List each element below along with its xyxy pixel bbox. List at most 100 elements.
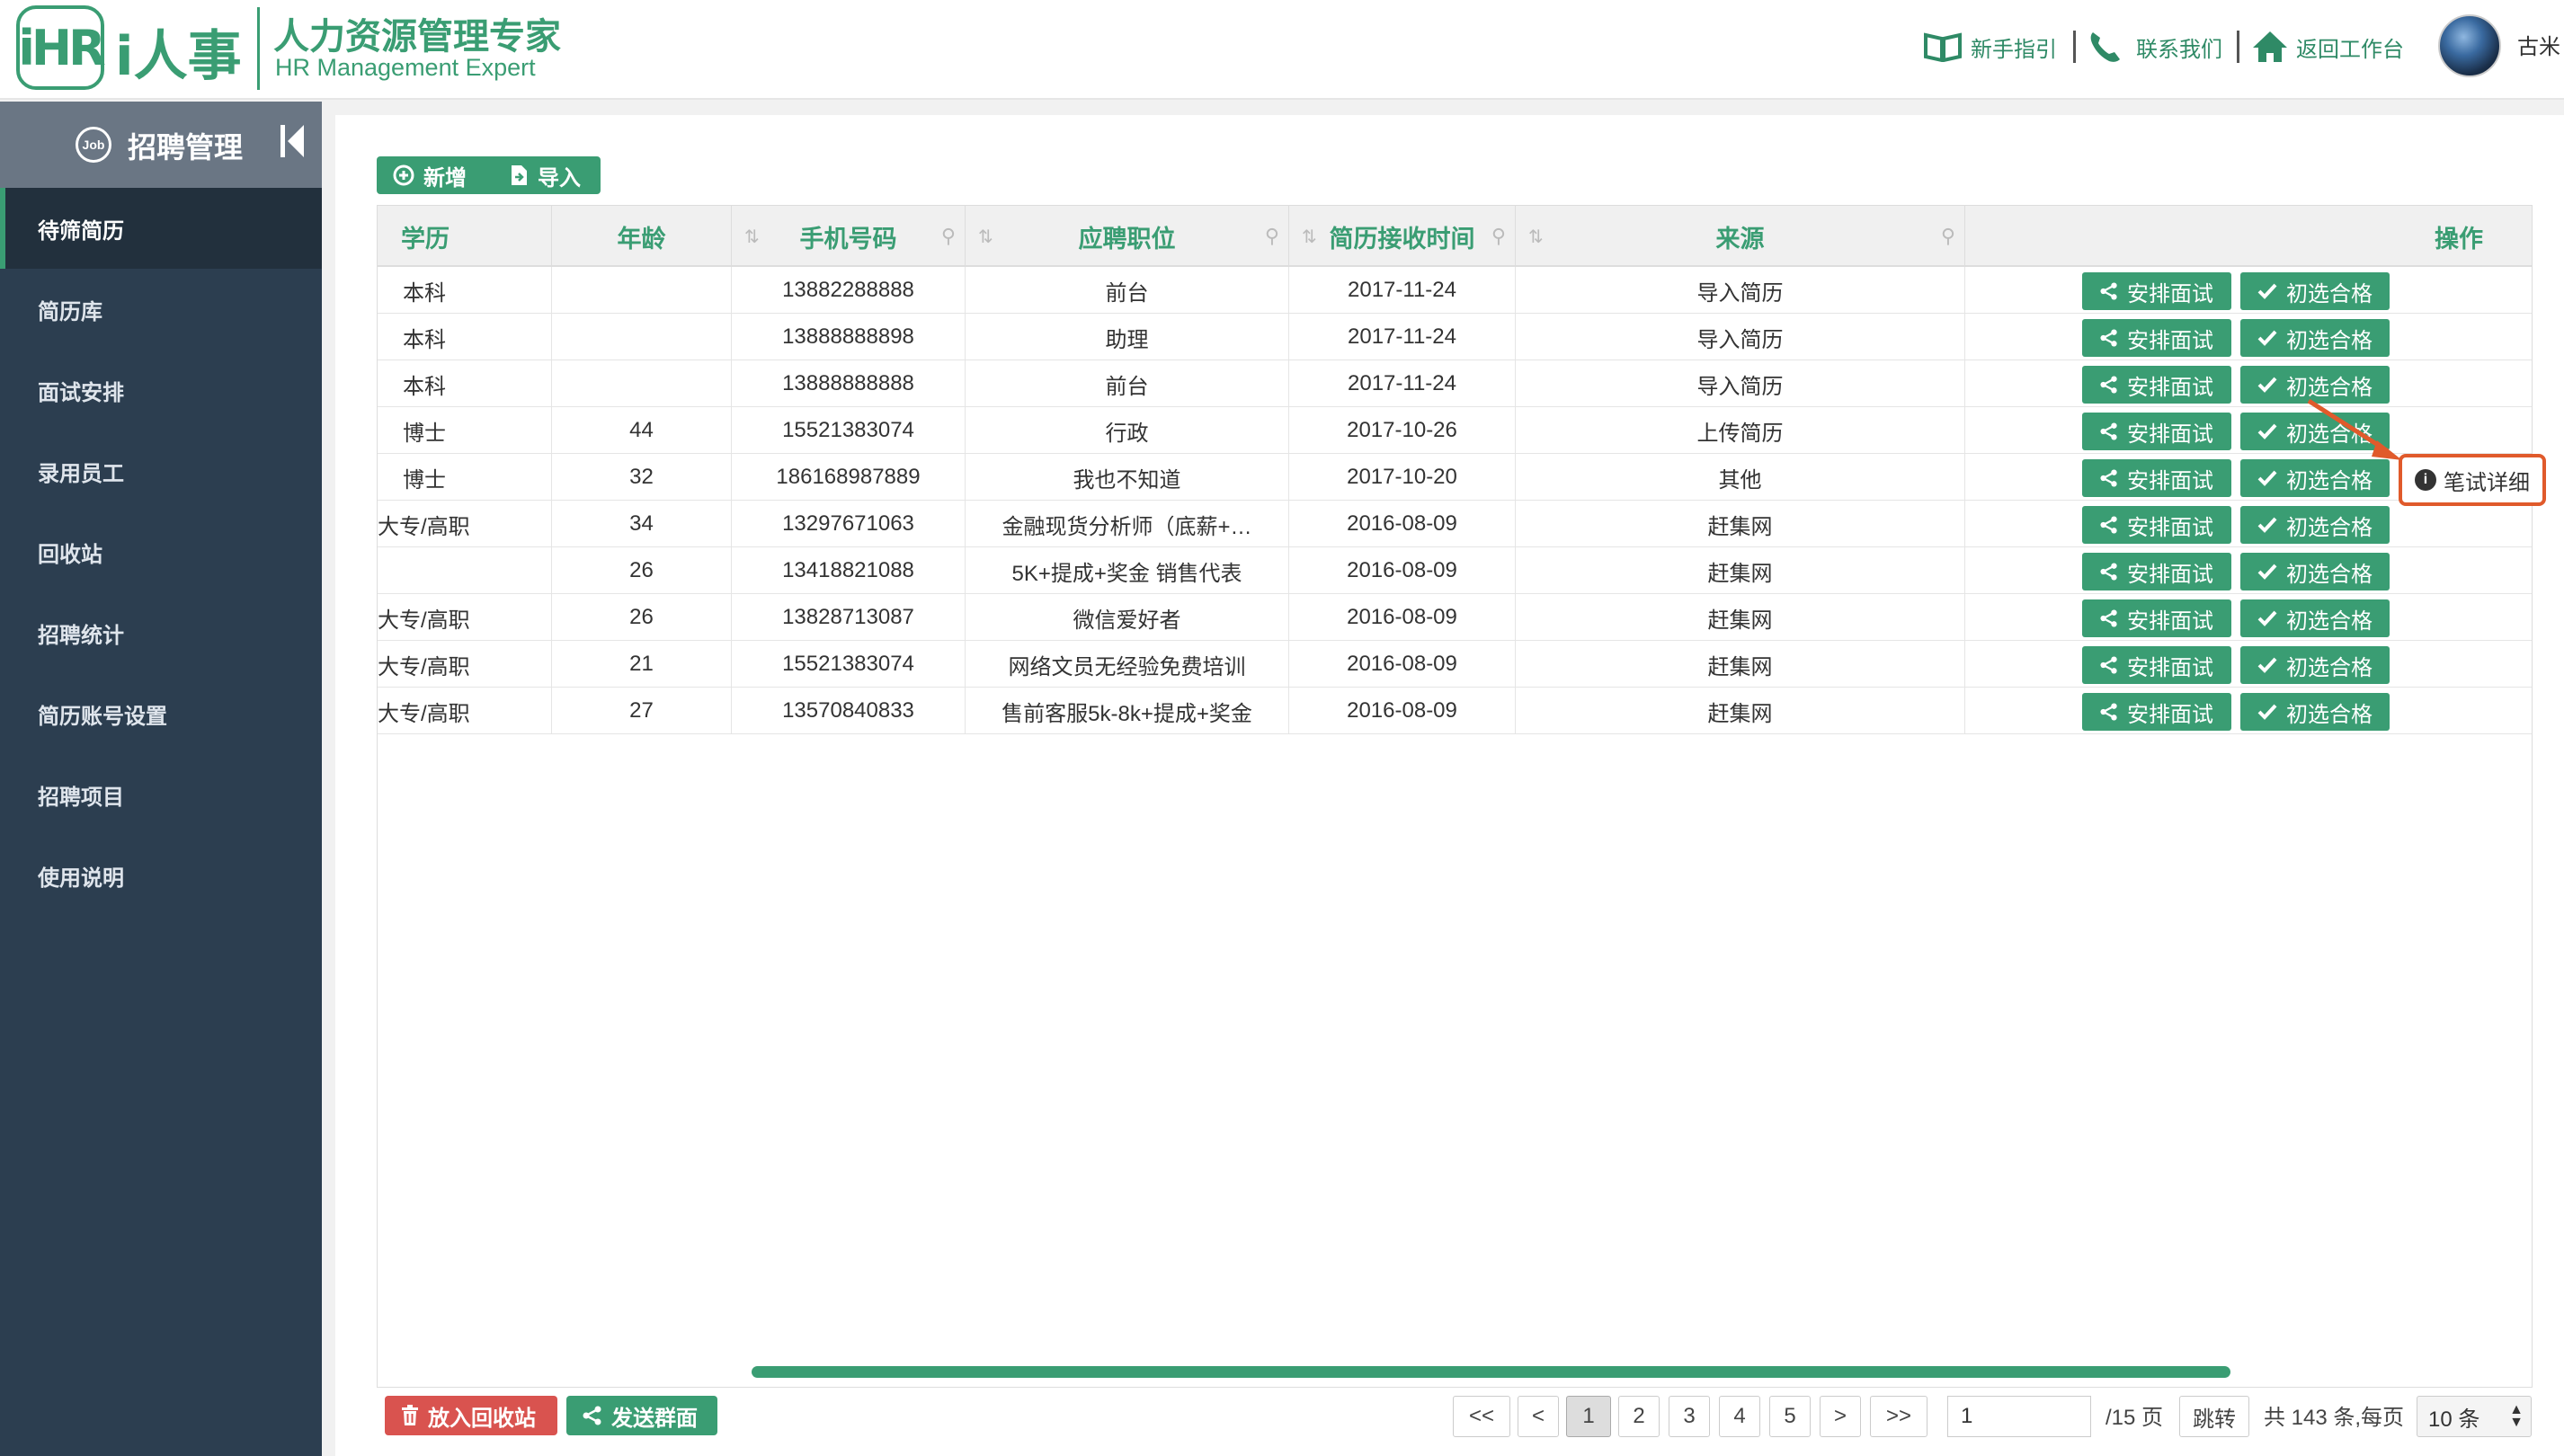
cell-phone: 13297671063 bbox=[732, 501, 966, 547]
page-button[interactable]: 4 bbox=[1719, 1396, 1760, 1437]
schedule-interview-button[interactable]: 安排面试 bbox=[2082, 366, 2231, 404]
col-position[interactable]: ⇅ 应聘职位 ⚲ bbox=[966, 206, 1289, 267]
cell-age bbox=[552, 360, 732, 407]
sidebar-item-pending-resumes[interactable]: 待筛简历 bbox=[0, 188, 322, 269]
initial-pass-button[interactable]: 初选合格 bbox=[2240, 646, 2390, 684]
move-to-recycle-bin-button[interactable]: 放入回收站 bbox=[385, 1396, 557, 1435]
table-row[interactable]: 博士 44 15521383074 行政 2017-10-26 上传简历 安排面试 初选合格 bbox=[378, 407, 2532, 454]
jump-button[interactable]: 跳转 bbox=[2179, 1396, 2249, 1437]
schedule-interview-button[interactable]: 安排面试 bbox=[2082, 413, 2231, 450]
schedule-interview-button[interactable]: 安排面试 bbox=[2082, 506, 2231, 544]
nav-guide-link[interactable]: 新手指引 bbox=[1924, 25, 2057, 68]
sidebar-item-recycle-bin[interactable]: 回收站 bbox=[0, 511, 322, 592]
table-row[interactable]: 本科 13882288888 前台 2017-11-24 导入简历 安排面试 初选合格 bbox=[378, 267, 2532, 314]
nav-home-link[interactable]: 返回工作台 bbox=[2251, 25, 2404, 68]
table-row[interactable]: 大专/高职 27 13570840833 售前客服5k-8k+提成+奖金 2016-08… bbox=[378, 688, 2532, 734]
last-page-button[interactable]: >> bbox=[1870, 1396, 1927, 1437]
schedule-interview-button[interactable]: 安排面试 bbox=[2082, 319, 2231, 357]
share-icon bbox=[583, 1406, 601, 1425]
send-group-interview-button[interactable]: 发送群面 bbox=[566, 1396, 717, 1435]
cell-age: 26 bbox=[552, 547, 732, 594]
next-page-button[interactable]: > bbox=[1820, 1396, 1861, 1437]
cell-position: 网络文员无经验免费培训 bbox=[966, 641, 1289, 688]
table-row[interactable]: 博士 32 186168987889 我也不知道 2017-10-20 其他 安排面试 初选合… bbox=[378, 454, 2532, 501]
schedule-interview-button[interactable]: 安排面试 bbox=[2082, 272, 2231, 310]
sidebar-item-projects[interactable]: 招聘项目 bbox=[0, 754, 322, 835]
cell-date: 2016-08-09 bbox=[1289, 547, 1516, 594]
schedule-interview-button[interactable]: 安排面试 bbox=[2082, 459, 2231, 497]
table-row[interactable]: 本科 13888888898 助理 2017-11-24 导入简历 安排面试 初选合格 bbox=[378, 314, 2532, 360]
cell-edu: 大专/高职 bbox=[378, 688, 552, 734]
username[interactable]: 古米 bbox=[2517, 29, 2560, 60]
cell-phone: 13888888888 bbox=[732, 360, 966, 407]
sort-icon[interactable]: ⇅ bbox=[1302, 226, 1317, 248]
col-education[interactable]: 学历 bbox=[378, 206, 552, 267]
schedule-interview-button[interactable]: 安排面试 bbox=[2082, 599, 2231, 637]
share-icon bbox=[2100, 703, 2117, 721]
col-phone-label: 手机号码 bbox=[799, 225, 897, 253]
first-page-button[interactable]: << bbox=[1453, 1396, 1510, 1437]
logo-divider bbox=[257, 7, 260, 90]
schedule-interview-label: 安排面试 bbox=[2127, 375, 2213, 400]
table-row[interactable]: 本科 13888888888 前台 2017-11-24 导入简历 安排面试 初选合格 bbox=[378, 360, 2532, 407]
import-button[interactable]: 导入 bbox=[493, 156, 601, 194]
table-row[interactable]: 26 13418821088 5K+提成+奖金 销售代表 2016-08-09 赶集网 安… bbox=[378, 547, 2532, 594]
page-button[interactable]: 3 bbox=[1669, 1396, 1710, 1437]
prev-page-button[interactable]: < bbox=[1518, 1396, 1559, 1437]
search-icon[interactable]: ⚲ bbox=[941, 225, 956, 248]
col-source[interactable]: ⇅ 来源 ⚲ bbox=[1516, 206, 1965, 267]
page-number-input[interactable]: 1 bbox=[1947, 1396, 2091, 1437]
sidebar-item-hired[interactable]: 录用员工 bbox=[0, 431, 322, 511]
page-button[interactable]: 1 bbox=[1566, 1396, 1611, 1437]
schedule-interview-button[interactable]: 安排面试 bbox=[2082, 646, 2231, 684]
add-button[interactable]: 新增 bbox=[377, 156, 506, 194]
table-row[interactable]: 大专/高职 21 15521383074 网络文员无经验免费培训 2016-08-09 赶… bbox=[378, 641, 2532, 688]
cell-source: 导入简历 bbox=[1516, 360, 1965, 407]
cell-source: 赶集网 bbox=[1516, 641, 1965, 688]
horizontal-scrollbar[interactable] bbox=[752, 1366, 2230, 1378]
search-icon[interactable]: ⚲ bbox=[1265, 225, 1279, 248]
sort-icon[interactable]: ⇅ bbox=[1528, 226, 1544, 248]
sidebar-item-interviews[interactable]: 面试安排 bbox=[0, 350, 322, 431]
initial-pass-button[interactable]: 初选合格 bbox=[2240, 553, 2390, 590]
sidebar-item-help[interactable]: 使用说明 bbox=[0, 835, 322, 916]
cell-date: 2017-10-20 bbox=[1289, 454, 1516, 501]
exam-details-button[interactable]: i 笔试详细 bbox=[2399, 454, 2546, 506]
col-received-date[interactable]: ⇅ 简历接收时间 ⚲ bbox=[1289, 206, 1516, 267]
search-icon[interactable]: ⚲ bbox=[1941, 225, 1955, 248]
cell-phone: 13888888898 bbox=[732, 314, 966, 360]
col-age[interactable]: 年龄 bbox=[552, 206, 732, 267]
callout-arrow-icon bbox=[2307, 398, 2402, 460]
initial-pass-button[interactable]: 初选合格 bbox=[2240, 506, 2390, 544]
initial-pass-button[interactable]: 初选合格 bbox=[2240, 272, 2390, 310]
sidebar-item-statistics[interactable]: 招聘统计 bbox=[0, 592, 322, 673]
initial-pass-button[interactable]: 初选合格 bbox=[2240, 599, 2390, 637]
schedule-interview-label: 安排面试 bbox=[2127, 328, 2213, 353]
initial-pass-button[interactable]: 初选合格 bbox=[2240, 693, 2390, 731]
avatar[interactable] bbox=[2438, 14, 2501, 77]
cell-position: 前台 bbox=[966, 267, 1289, 314]
schedule-interview-label: 安排面试 bbox=[2127, 562, 2213, 587]
nav-contact-link[interactable]: 联系我们 bbox=[2088, 25, 2222, 68]
page-button[interactable]: 5 bbox=[1769, 1396, 1811, 1437]
schedule-interview-button[interactable]: 安排面试 bbox=[2082, 553, 2231, 590]
nav-home-label: 返回工作台 bbox=[2296, 37, 2404, 62]
sort-icon[interactable]: ⇅ bbox=[978, 226, 993, 248]
table-row[interactable]: 大专/高职 34 13297671063 金融现货分析师（底薪+… 2016-08-09… bbox=[378, 501, 2532, 547]
page-size-select[interactable]: 10 条 ▲ ▼ bbox=[2417, 1396, 2532, 1437]
col-phone[interactable]: ⇅ 手机号码 ⚲ bbox=[732, 206, 966, 267]
sort-icon[interactable]: ⇅ bbox=[744, 226, 760, 248]
cell-position: 我也不知道 bbox=[966, 454, 1289, 501]
schedule-interview-label: 安排面试 bbox=[2127, 515, 2213, 540]
search-icon[interactable]: ⚲ bbox=[1491, 225, 1506, 248]
share-icon bbox=[2100, 376, 2117, 394]
collapse-sidebar-icon[interactable] bbox=[279, 121, 306, 170]
sidebar-item-account-settings[interactable]: 简历账号设置 bbox=[0, 673, 322, 754]
initial-pass-button[interactable]: 初选合格 bbox=[2240, 319, 2390, 357]
page-button[interactable]: 2 bbox=[1618, 1396, 1660, 1437]
plus-circle-icon bbox=[393, 164, 414, 186]
sidebar-item-resume-library[interactable]: 简历库 bbox=[0, 269, 322, 350]
col-education-label: 学历 bbox=[401, 225, 450, 253]
table-row[interactable]: 大专/高职 26 13828713087 微信爱好者 2016-08-09 赶集网 安排面试… bbox=[378, 594, 2532, 641]
schedule-interview-button[interactable]: 安排面试 bbox=[2082, 693, 2231, 731]
